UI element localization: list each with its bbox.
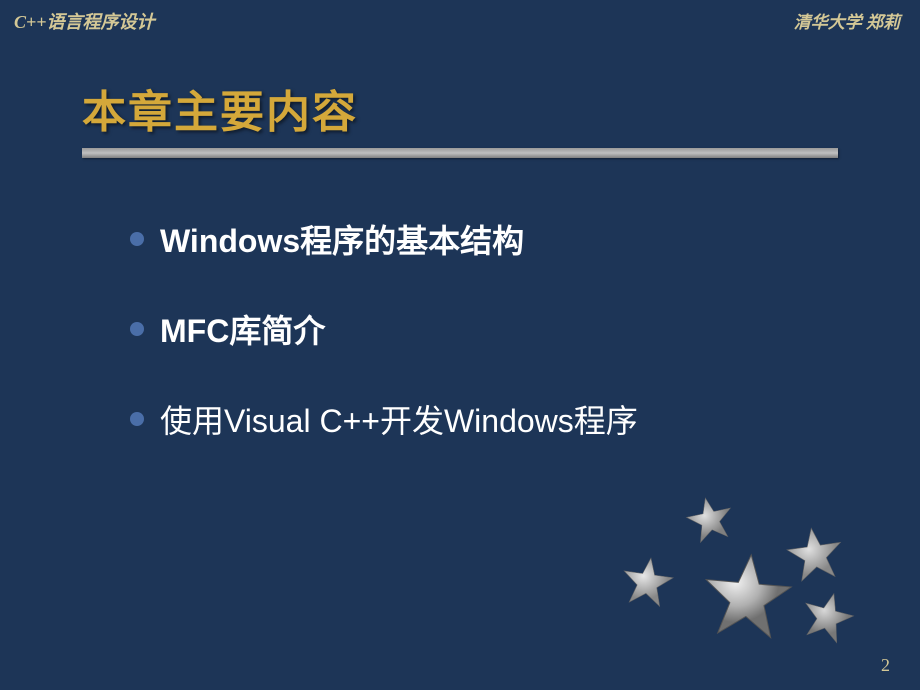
bullet-text: Windows程序的基本结构 [160,216,524,262]
decorative-stars [585,475,865,665]
header-course-title: C++语言程序设计 [14,8,155,34]
slide-header: C++语言程序设计 清华大学 郑莉 [0,0,920,38]
list-item: 使用Visual C++开发Windows程序 [130,396,920,442]
bullet-icon [130,322,144,336]
content-section: Windows程序的基本结构 MFC库简介 使用Visual C++开发Wind… [130,216,920,442]
star-icon [781,521,849,589]
list-item: MFC库简介 [130,306,920,352]
star-icon [794,584,861,651]
star-icon [680,490,739,549]
slide-title: 本章主要内容 [82,76,838,140]
star-icon [696,546,799,649]
bullet-text: MFC库简介 [160,306,325,352]
page-number: 2 [881,655,890,676]
bullet-text: 使用Visual C++开发Windows程序 [160,396,638,442]
title-underline [82,148,838,158]
bullet-icon [130,232,144,246]
list-item: Windows程序的基本结构 [130,216,920,262]
header-author: 清华大学 郑莉 [794,8,900,34]
title-section: 本章主要内容 [82,76,838,158]
bullet-icon [130,412,144,426]
star-icon [616,551,678,613]
